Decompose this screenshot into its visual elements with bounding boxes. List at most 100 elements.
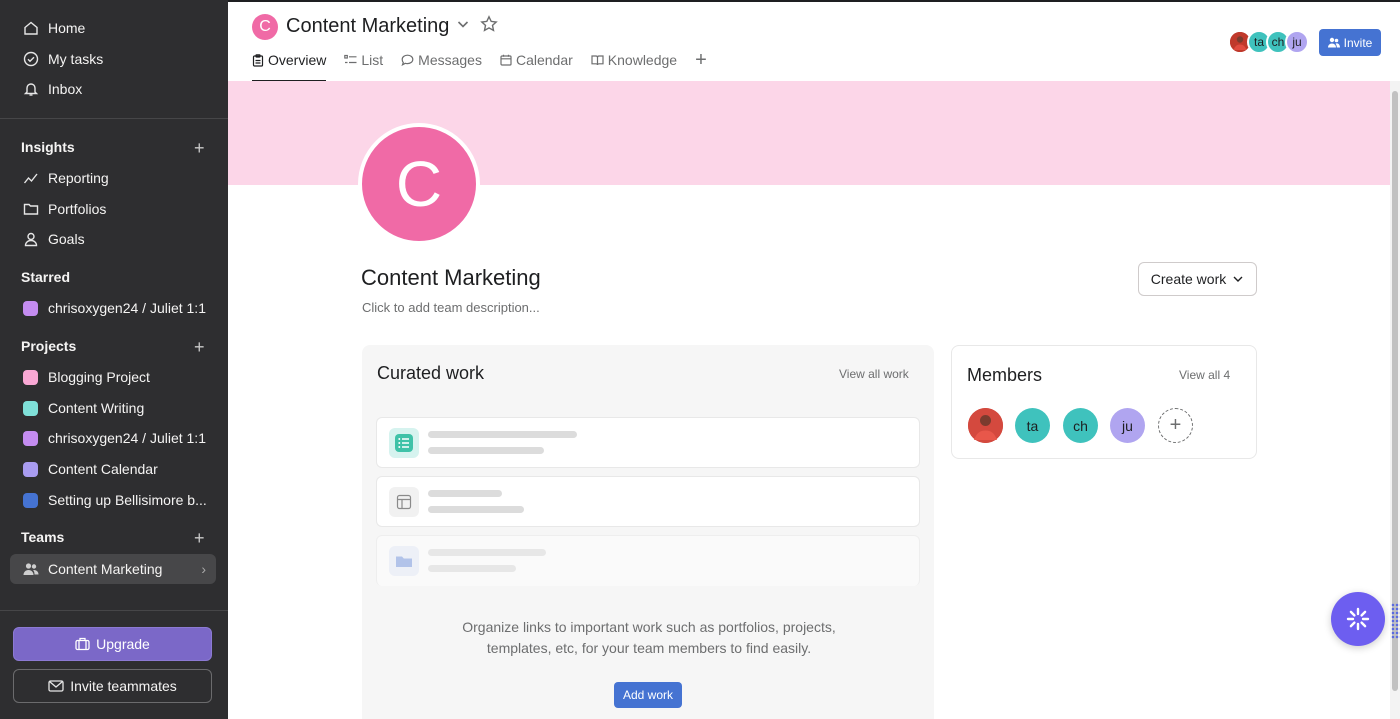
sidebar-item-label: My tasks <box>48 51 104 67</box>
list-icon <box>344 54 357 66</box>
sidebar-item-content-marketing-team[interactable]: Content Marketing › <box>10 554 216 584</box>
skeleton-line <box>428 431 577 438</box>
add-project-icon[interactable]: + <box>194 338 205 356</box>
skeleton-line <box>428 506 524 513</box>
chart-line-icon <box>22 169 40 187</box>
teams-section-title: Teams <box>21 529 65 545</box>
add-insight-icon[interactable]: + <box>194 139 205 157</box>
drag-handle-dots[interactable] <box>1391 603 1400 639</box>
team-people-icon <box>22 560 40 578</box>
mail-icon <box>48 680 64 692</box>
project-color-swatch <box>23 492 38 508</box>
tab-knowledge[interactable]: Knowledge <box>591 52 677 82</box>
home-icon <box>22 19 40 37</box>
sidebar-item-home[interactable]: Home <box>10 14 216 42</box>
tab-messages[interactable]: Messages <box>401 52 482 82</box>
book-icon <box>591 54 604 66</box>
template-icon <box>389 487 419 517</box>
sparkle-icon <box>1346 607 1370 631</box>
sidebar-item-label: chrisoxygen24 / Juliet 1:1 <box>48 300 206 316</box>
insights-section-title: Insights <box>21 139 75 155</box>
invite-teammates-button[interactable]: Invite teammates <box>13 669 212 703</box>
list-project-icon <box>389 428 419 458</box>
skeleton-line <box>428 565 516 572</box>
sidebar-item-content-calendar[interactable]: Content Calendar <box>10 455 216 483</box>
member-avatars[interactable]: ta ch ju <box>1228 30 1309 54</box>
sidebar-item-label: Portfolios <box>48 201 107 217</box>
view-all-work-link[interactable]: View all work <box>839 367 909 381</box>
sidebar-item-label: Home <box>48 20 86 36</box>
avatar: ju <box>1285 30 1309 54</box>
sidebar-item-label: Reporting <box>48 170 109 186</box>
briefcase-icon <box>75 637 90 651</box>
placeholder-work-row <box>376 535 920 586</box>
calendar-icon <box>500 54 512 66</box>
team-overview: C Content Marketing Click to add team de… <box>228 81 1390 719</box>
invite-button[interactable]: Invite <box>1319 29 1381 56</box>
person-icon <box>22 230 40 248</box>
curated-work-card: Curated work View all work Organize link… <box>362 345 934 719</box>
add-tab-icon[interactable]: + <box>695 50 707 82</box>
sidebar-divider <box>0 118 228 119</box>
skeleton-line <box>428 447 544 454</box>
member-avatar[interactable]: ta <box>1015 408 1050 443</box>
clipboard-icon <box>252 54 264 67</box>
tab-calendar[interactable]: Calendar <box>500 52 573 82</box>
sidebar-item-starred-juliet[interactable]: chrisoxygen24 / Juliet 1:1 <box>10 294 216 322</box>
help-assistant-button[interactable] <box>1331 592 1385 646</box>
project-color-swatch <box>23 369 38 385</box>
bell-icon <box>22 80 40 98</box>
placeholder-work-row <box>376 476 920 527</box>
team-avatar-large[interactable]: C <box>358 123 480 245</box>
project-color-swatch <box>23 400 38 416</box>
sidebar: Home My tasks Inbox Insights + Reporting… <box>0 0 228 719</box>
chevron-down-icon[interactable] <box>455 16 471 37</box>
scrollbar-thumb[interactable] <box>1392 91 1398 691</box>
chevron-down-icon <box>1233 276 1243 282</box>
sidebar-item-blogging-project[interactable]: Blogging Project <box>10 363 216 391</box>
add-team-icon[interactable]: + <box>194 529 205 547</box>
sidebar-item-my-tasks[interactable]: My tasks <box>10 45 216 73</box>
team-header: C Content Marketing Overview List Messag… <box>228 0 1400 82</box>
sidebar-item-content-writing[interactable]: Content Writing <box>10 394 216 422</box>
view-all-members-link[interactable]: View all 4 <box>1179 368 1230 382</box>
sidebar-item-label: Blogging Project <box>48 369 150 385</box>
sidebar-item-label: Content Calendar <box>48 461 158 477</box>
sidebar-item-juliet-project[interactable]: chrisoxygen24 / Juliet 1:1 <box>10 424 216 452</box>
sidebar-item-label: Inbox <box>48 81 83 97</box>
team-description-field[interactable]: Click to add team description... <box>362 300 540 315</box>
team-tabs: Overview List Messages Calendar Knowledg… <box>252 50 707 82</box>
sidebar-item-portfolios[interactable]: Portfolios <box>10 195 216 223</box>
member-avatar-photo[interactable] <box>968 408 1003 443</box>
people-icon <box>1327 37 1340 48</box>
member-avatar[interactable]: ju <box>1110 408 1145 443</box>
sidebar-item-label: Content Marketing <box>48 561 163 577</box>
sidebar-item-label: Setting up Bellisimore b... <box>48 492 207 508</box>
starred-section-title: Starred <box>21 269 71 285</box>
sidebar-item-label: chrisoxygen24 / Juliet 1:1 <box>48 430 206 446</box>
chevron-right-icon: › <box>201 561 206 577</box>
tab-list[interactable]: List <box>344 52 383 82</box>
sidebar-item-reporting[interactable]: Reporting <box>10 164 216 192</box>
add-work-button[interactable]: Add work <box>614 682 682 708</box>
sidebar-item-goals[interactable]: Goals <box>10 225 216 253</box>
upgrade-button[interactable]: Upgrade <box>13 627 212 661</box>
add-member-icon[interactable]: + <box>1158 408 1193 443</box>
sidebar-item-inbox[interactable]: Inbox <box>10 75 216 103</box>
team-title[interactable]: Content Marketing <box>286 15 449 38</box>
tab-overview[interactable]: Overview <box>252 52 327 82</box>
create-work-button[interactable]: Create work <box>1138 262 1257 296</box>
placeholder-work-row <box>376 417 920 468</box>
sidebar-item-bellisimore[interactable]: Setting up Bellisimore b... <box>10 486 216 514</box>
sidebar-divider <box>0 610 228 611</box>
team-logo: C <box>252 14 278 40</box>
chat-icon <box>401 54 414 66</box>
project-color-swatch <box>23 300 38 316</box>
members-title: Members <box>967 365 1043 385</box>
member-avatar[interactable]: ch <box>1063 408 1098 443</box>
skeleton-line <box>428 549 546 556</box>
curated-work-title: Curated work <box>377 363 485 383</box>
star-icon[interactable] <box>480 15 498 38</box>
members-card: Members View all 4 ta ch ju + <box>951 345 1257 459</box>
folder-icon <box>22 200 40 218</box>
